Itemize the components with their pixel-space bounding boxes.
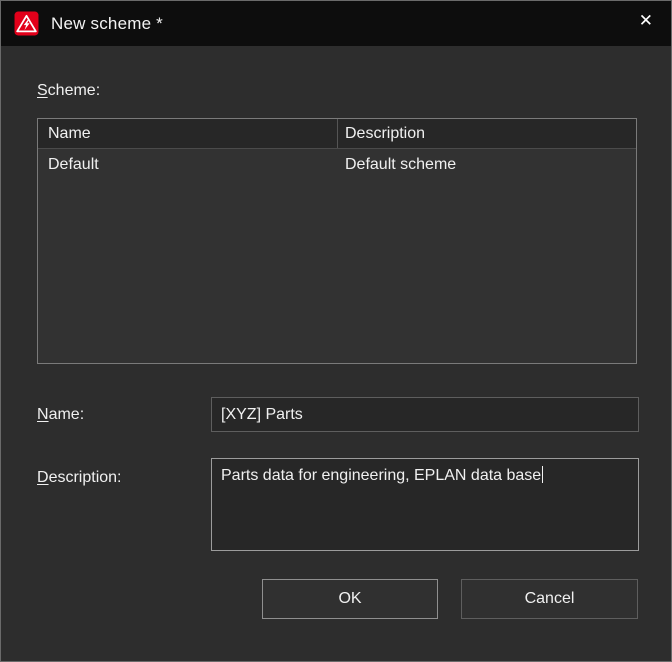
name-input[interactable] <box>211 397 639 432</box>
description-text: Parts data for engineering, EPLAN data b… <box>221 467 541 484</box>
row-description-cell[interactable]: Default scheme <box>338 156 636 174</box>
description-label-rest: escription: <box>49 469 122 486</box>
eplan-warning-triangle-icon <box>14 11 39 36</box>
text-caret <box>542 466 543 483</box>
description-label: Description: <box>37 469 121 487</box>
titlebar[interactable]: New scheme * ✕ <box>1 1 671 46</box>
ok-button[interactable]: OK <box>262 579 438 619</box>
column-header-name[interactable]: Name <box>38 119 338 148</box>
scheme-label: Scheme: <box>37 82 100 100</box>
scheme-table: Name Description Default Default scheme <box>37 118 637 364</box>
description-label-mnemonic: D <box>37 469 49 486</box>
description-textarea[interactable]: Parts data for engineering, EPLAN data b… <box>211 458 639 551</box>
column-header-description[interactable]: Description <box>338 119 636 148</box>
dialog-title: New scheme * <box>51 14 163 34</box>
name-label: Name: <box>37 406 84 424</box>
table-row[interactable]: Default Default scheme <box>38 149 636 180</box>
new-scheme-dialog: New scheme * ✕ Scheme: Name Description … <box>0 0 672 662</box>
close-icon[interactable]: ✕ <box>637 10 655 31</box>
cancel-button[interactable]: Cancel <box>461 579 638 619</box>
scheme-label-mnemonic: S <box>37 82 48 99</box>
row-name-cell[interactable]: Default <box>38 156 338 174</box>
name-label-mnemonic: N <box>37 406 49 423</box>
table-header: Name Description <box>38 119 636 149</box>
name-label-rest: ame: <box>49 406 85 423</box>
scheme-label-rest: cheme: <box>48 82 100 99</box>
